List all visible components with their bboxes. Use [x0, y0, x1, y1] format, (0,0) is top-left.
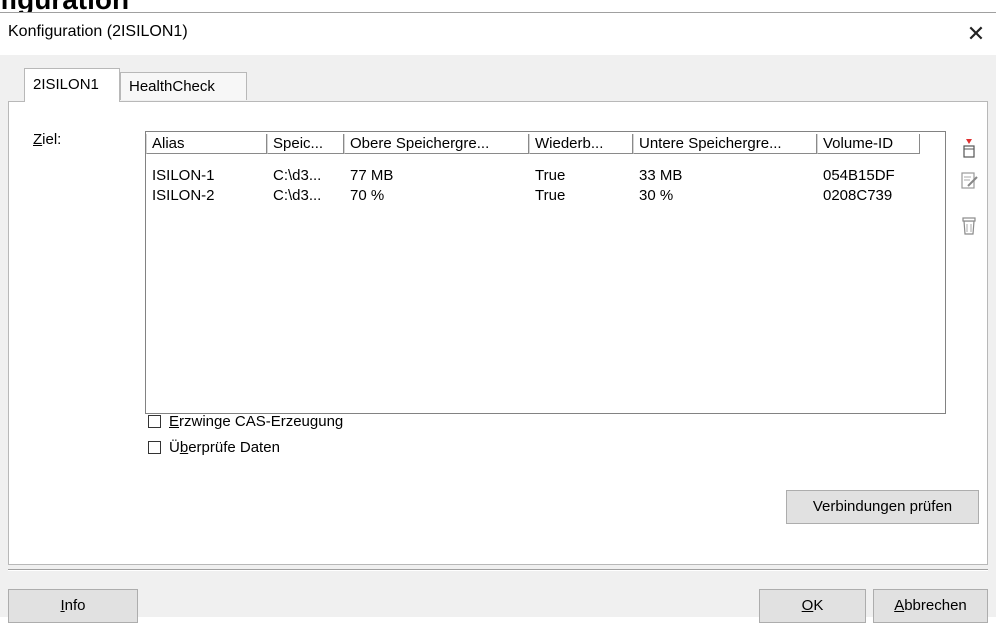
column-volume-id[interactable]: Volume-ID	[817, 134, 920, 154]
cell-alias: ISILON-1	[152, 167, 215, 184]
ok-button[interactable]: OK	[759, 589, 866, 623]
checkbox-box[interactable]	[148, 440, 161, 454]
window-title: Konfiguration (2ISILON1)	[8, 23, 188, 40]
cell-untere: 33 MB	[639, 167, 683, 184]
info-button[interactable]: Info	[8, 589, 138, 623]
list-header: Alias Speic... Obere Speichergre... Wied…	[146, 132, 945, 154]
tab-healthcheck[interactable]: HealthCheck	[120, 72, 247, 100]
column-obere-speichergrenze[interactable]: Obere Speichergre...	[344, 134, 529, 154]
edit-item-icon[interactable]	[958, 169, 980, 191]
ziel-rest: iel:	[42, 131, 62, 148]
checkbox-label: Überprüfe Daten	[169, 438, 280, 456]
background-window-fragment: figuration	[0, 0, 996, 15]
abbrechen-button[interactable]: Abbrechen	[873, 589, 988, 623]
checkbox-label: Erzwinge CAS-Erzeugung	[169, 412, 344, 430]
ziel-accel: Z	[33, 131, 43, 148]
list-row[interactable]: ISILON-2 C:\d3... 70 % True 30 % 0208C73…	[146, 187, 945, 205]
cell-obere: 77 MB	[350, 167, 394, 184]
verbindungen-pruefen-button[interactable]: Verbindungen prüfen	[786, 490, 979, 524]
cell-obere: 70 %	[350, 187, 385, 204]
separator	[8, 569, 988, 571]
target-list[interactable]: Alias Speic... Obere Speichergre... Wied…	[145, 131, 946, 414]
column-speicherort[interactable]: Speic...	[267, 134, 344, 154]
delete-item-icon[interactable]	[958, 215, 980, 237]
cell-untere: 30 %	[639, 187, 674, 204]
checkbox-pruefe-daten[interactable]: Überprüfe Daten	[148, 437, 280, 457]
cell-speicherort: C:\d3...	[273, 187, 322, 204]
cell-volume-id: 054B15DF	[823, 167, 895, 184]
checkbox-cas-erzeugung[interactable]: Erzwinge CAS-Erzeugung	[148, 411, 343, 431]
checkbox-box[interactable]	[148, 414, 161, 428]
config-dialog: Konfiguration (2ISILON1) ✕ 2ISILON1 Heal…	[0, 12, 996, 623]
cell-wiederbeschreibbar: True	[535, 187, 566, 204]
list-row[interactable]: ISILON-1 C:\d3... 77 MB True 33 MB 054B1…	[146, 167, 945, 185]
new-item-icon[interactable]	[958, 137, 980, 159]
cell-wiederbeschreibbar: True	[535, 167, 566, 184]
close-icon[interactable]: ✕	[956, 19, 996, 49]
cell-alias: ISILON-2	[152, 187, 215, 204]
column-wiederbeschreibbar[interactable]: Wiederb...	[529, 134, 633, 154]
ziel-label: Ziel:	[33, 131, 61, 148]
cell-volume-id: 0208C739	[823, 187, 893, 204]
title-bar: Konfiguration (2ISILON1) ✕	[0, 13, 996, 55]
column-untere-speichergrenze[interactable]: Untere Speichergre...	[633, 134, 817, 154]
tab-2isilon1[interactable]: 2ISILON1	[24, 68, 120, 102]
cell-speicherort: C:\d3...	[273, 167, 322, 184]
column-alias[interactable]: Alias	[146, 134, 267, 154]
